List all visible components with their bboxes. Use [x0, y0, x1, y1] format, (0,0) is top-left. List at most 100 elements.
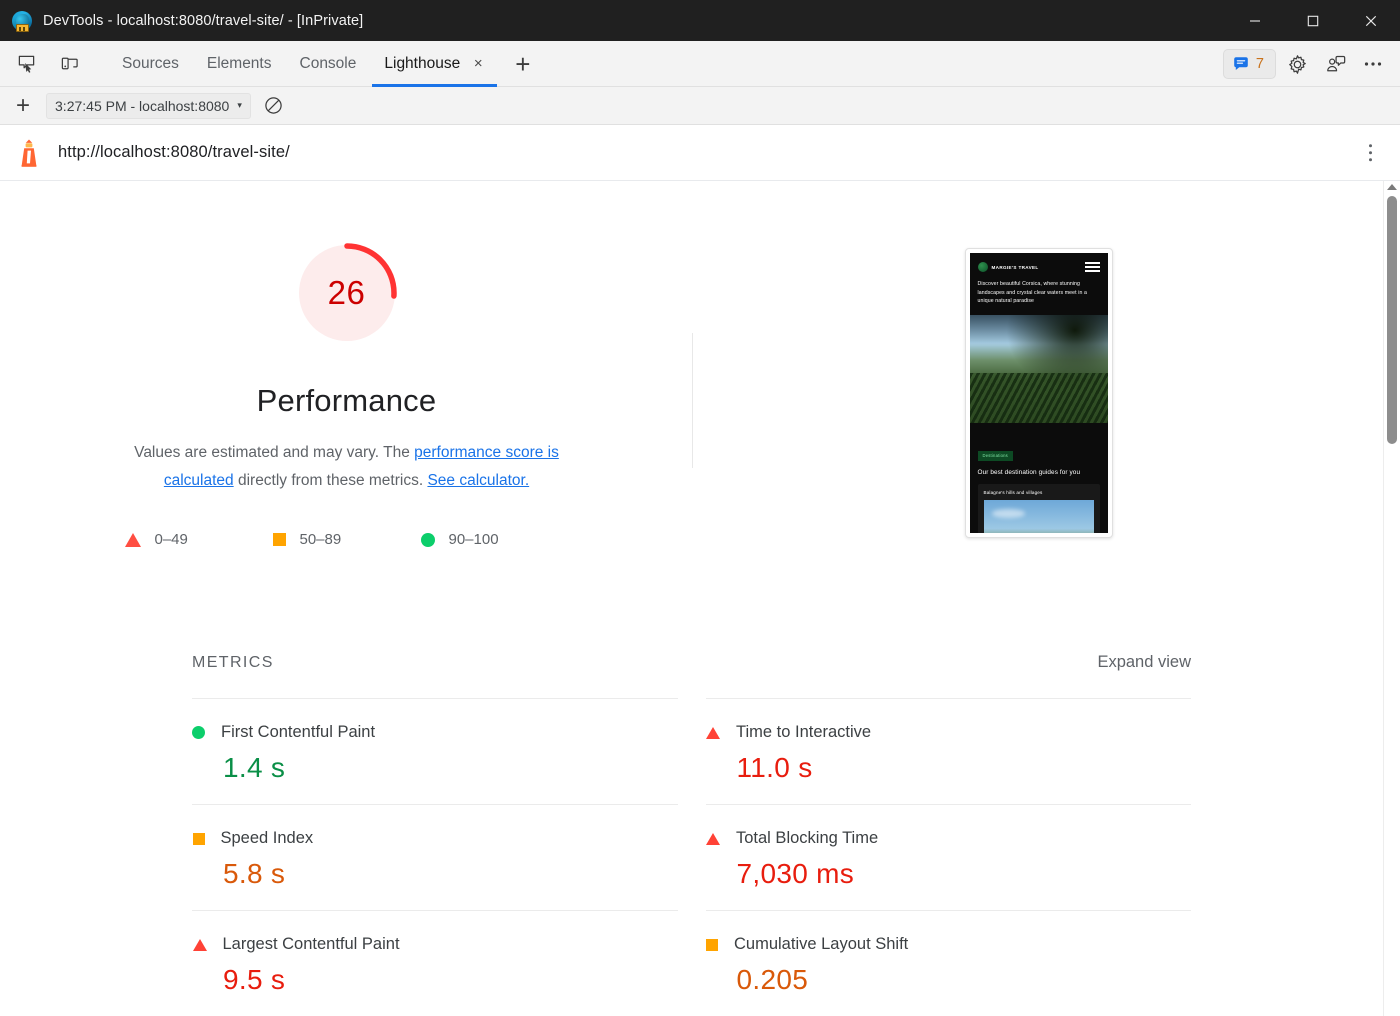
screenshot-navbar: MARGIE'S TRAVEL: [970, 253, 1108, 272]
device-toolbar-icon[interactable]: [52, 49, 86, 79]
devtools-tab-list: Sources Elements Console Lighthouse × +: [108, 41, 536, 87]
score-description-part2: directly from these metrics.: [233, 472, 428, 489]
see-calculator-link[interactable]: See calculator.: [427, 472, 529, 489]
metric-label: Total Blocking Time: [736, 829, 879, 847]
report-selector-label: 3:27:45 PM - localhost:8080: [55, 97, 230, 114]
message-badge[interactable]: 7: [1222, 49, 1276, 79]
tab-console-label: Console: [299, 54, 357, 72]
metric-label: Largest Contentful Paint: [222, 935, 400, 953]
lighthouse-toolbar: + 3:27:45 PM - localhost:8080 ▾: [0, 87, 1400, 125]
metric-speed-index[interactable]: Speed Index 5.8 s: [192, 804, 678, 910]
globe-icon: [977, 262, 988, 272]
metric-time-to-interactive[interactable]: Time to Interactive 11.0 s: [705, 698, 1191, 804]
inspect-element-icon[interactable]: [9, 49, 43, 79]
triangle-red-icon: [124, 532, 141, 547]
feedback-person-icon[interactable]: [1318, 49, 1352, 79]
metric-value: 5.8 s: [223, 858, 286, 889]
screenshot-viewport: MARGIE'S TRAVEL Discover beautiful Corsi…: [969, 253, 1108, 533]
metric-value: 0.205: [736, 964, 809, 995]
metrics-grid: First Contentful Paint 1.4 s Time to Int…: [192, 698, 1191, 1016]
scrollbar-thumb[interactable]: [1387, 196, 1397, 444]
metrics-header: METRICS Expand view: [192, 653, 1191, 672]
tab-sources[interactable]: Sources: [108, 41, 193, 87]
hamburger-menu-icon: [1084, 262, 1100, 272]
triangle-red-icon: [192, 938, 207, 951]
close-button[interactable]: [1342, 0, 1400, 41]
tab-elements[interactable]: Elements: [193, 41, 286, 87]
score-description: Values are estimated and may vary. The p…: [116, 439, 578, 495]
clear-no-entry-icon[interactable]: [261, 93, 287, 119]
scrollbar-track[interactable]: [1384, 190, 1400, 1016]
score-panel: 26 Performance Values are estimated and …: [0, 243, 694, 548]
metric-largest-contentful-paint[interactable]: Largest Contentful Paint 9.5 s: [192, 910, 678, 1016]
screenshot-panel: MARGIE'S TRAVEL Discover beautiful Corsi…: [694, 243, 1383, 548]
minimize-button[interactable]: [1226, 0, 1284, 41]
tab-lighthouse[interactable]: Lighthouse ×: [370, 41, 499, 87]
legend-label-good: 90–100: [448, 531, 499, 548]
report-selector-dropdown[interactable]: 3:27:45 PM - localhost:8080 ▾: [46, 92, 251, 119]
legend-label-average: 50–89: [299, 531, 342, 548]
screenshot-brand: MARGIE'S TRAVEL: [991, 264, 1039, 270]
chat-bubble-icon: [1234, 57, 1248, 70]
vertical-scrollbar[interactable]: [1383, 181, 1400, 1016]
tab-console[interactable]: Console: [286, 41, 371, 87]
screenshot-card: Balagne's hills and villages: [977, 484, 1100, 533]
add-tab-button[interactable]: +: [509, 41, 536, 87]
circle-green-icon: [420, 532, 435, 547]
window-controls: [1226, 0, 1400, 41]
square-orange-icon: [706, 938, 718, 951]
metric-value: 11.0 s: [736, 752, 813, 783]
tab-close-icon[interactable]: ×: [471, 56, 485, 71]
chevron-down-icon: ▾: [237, 100, 242, 110]
metric-cumulative-layout-shift[interactable]: Cumulative Layout Shift 0.205: [705, 910, 1191, 1016]
triangle-red-icon: [706, 832, 720, 845]
metric-label: Time to Interactive: [736, 723, 872, 741]
performance-gauge: 26: [296, 243, 397, 343]
metric-first-contentful-paint[interactable]: First Contentful Paint 1.4 s: [192, 698, 678, 804]
screenshot-hero-text: Discover beautiful Corsica, where stunni…: [977, 281, 1087, 304]
square-orange-icon: [272, 533, 286, 546]
devtools-tabbar-right: 7: [1222, 41, 1390, 87]
new-audit-button[interactable]: +: [10, 92, 36, 120]
edge-devtools-icon: [12, 10, 32, 32]
maximize-button[interactable]: [1284, 0, 1342, 41]
score-description-part1: Values are estimated and may vary. The: [134, 444, 415, 461]
kebab-menu-icon[interactable]: [1363, 138, 1379, 168]
square-orange-icon: [192, 832, 205, 845]
lighthouse-icon: [16, 138, 42, 168]
score-legend: 0–49 50–89 90–100: [124, 531, 569, 548]
screenshot-heading: Our best destination guides for you: [977, 469, 1081, 476]
legend-item-poor: 0–49: [124, 531, 273, 548]
metrics-title: METRICS: [192, 654, 274, 671]
metric-label: First Contentful Paint: [221, 723, 376, 741]
expand-view-button[interactable]: Expand view: [1097, 653, 1191, 672]
performance-score: 26: [327, 274, 366, 311]
final-screenshot-thumbnail[interactable]: MARGIE'S TRAVEL Discover beautiful Corsi…: [964, 248, 1113, 538]
legend-label-poor: 0–49: [154, 531, 188, 548]
metric-value: 7,030 ms: [736, 858, 855, 889]
message-count: 7: [1255, 56, 1264, 72]
report-scroll-content: 26 Performance Values are estimated and …: [0, 181, 1383, 1016]
report-url: http://localhost:8080/travel-site/: [58, 143, 290, 161]
metric-value: 9.5 s: [223, 964, 286, 995]
devtools-tabbar: Sources Elements Console Lighthouse × + …: [0, 41, 1400, 87]
circle-green-icon: [192, 726, 205, 739]
triangle-red-icon: [706, 726, 720, 739]
tab-lighthouse-label: Lighthouse: [384, 54, 461, 72]
tab-elements-label: Elements: [206, 54, 272, 72]
legend-item-good: 90–100: [420, 531, 569, 548]
screenshot-hero-image: [969, 314, 1108, 423]
gear-icon[interactable]: [1280, 49, 1314, 79]
metric-total-blocking-time[interactable]: Total Blocking Time 7,030 ms: [705, 804, 1191, 910]
score-category-title: Performance: [256, 383, 437, 418]
screenshot-badge: Destinations: [977, 450, 1013, 461]
report-body: 26 Performance Values are estimated and …: [0, 181, 1400, 1016]
window-title: DevTools - localhost:8080/travel-site/ -…: [43, 12, 364, 29]
metrics-section: METRICS Expand view First Contentful Pai…: [0, 548, 1383, 1016]
more-options-icon[interactable]: [1356, 49, 1390, 79]
tab-sources-label: Sources: [122, 54, 179, 72]
screenshot-card-title: Balagne's hills and villages: [983, 490, 1043, 495]
metric-label: Speed Index: [220, 829, 314, 847]
metric-label: Cumulative Layout Shift: [734, 935, 909, 953]
report-header: http://localhost:8080/travel-site/: [0, 125, 1400, 181]
